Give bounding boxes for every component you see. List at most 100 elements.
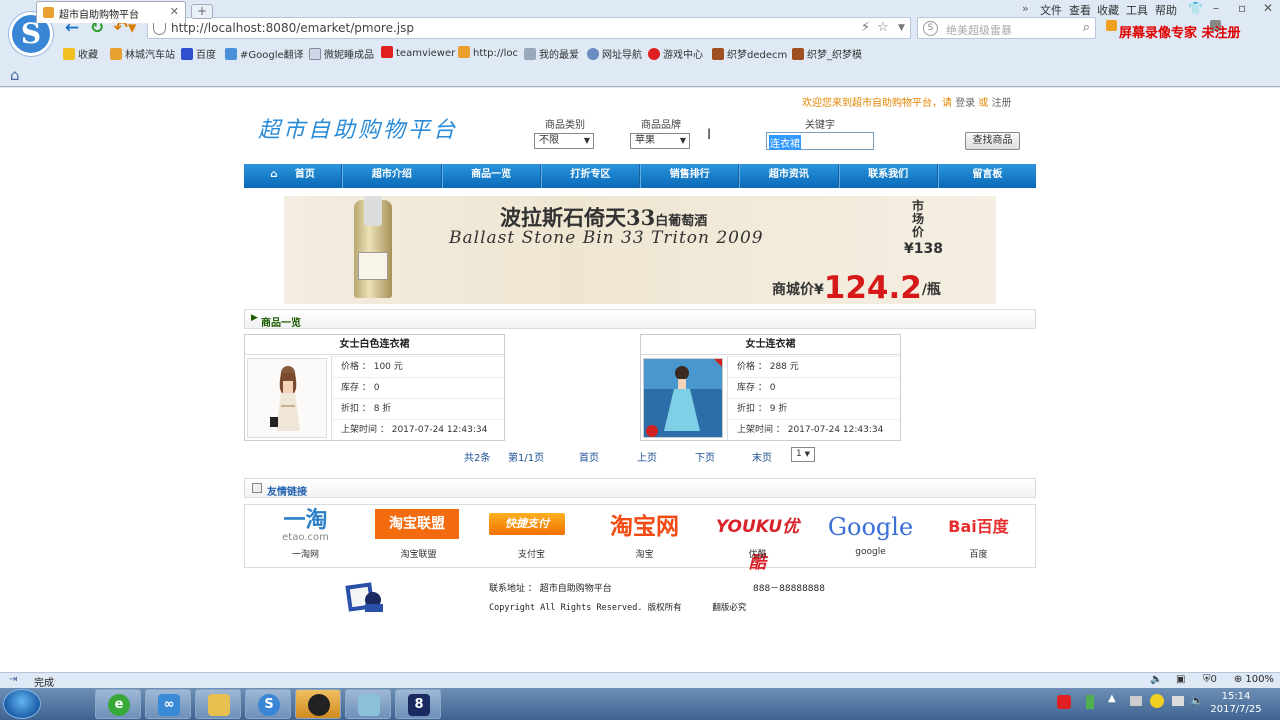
pagination-prev[interactable]: 上页 bbox=[637, 449, 657, 464]
bookmark-item[interactable]: 百度 bbox=[181, 46, 216, 61]
keyword-input[interactable]: 连衣裙 bbox=[766, 132, 874, 150]
network-icon[interactable] bbox=[1130, 696, 1142, 706]
site-logo[interactable]: 超市自助购物平台 bbox=[258, 112, 458, 144]
lightning-icon[interactable]: ⚡ bbox=[861, 20, 870, 35]
google-logo: Google bbox=[827, 513, 914, 541]
bookmark-item[interactable]: http://loc bbox=[458, 46, 518, 59]
product-image[interactable] bbox=[247, 358, 327, 438]
maximize-icon[interactable]: ▫ bbox=[1238, 1, 1246, 15]
nav-products[interactable]: 商品一览 bbox=[441, 164, 541, 188]
link-baidu[interactable]: Bai百度 百度 bbox=[922, 505, 1035, 567]
browser-search-box[interactable]: S 绝美超级雷暴 ⌕ bbox=[917, 17, 1096, 39]
bookmark-item[interactable]: #Google翻译 bbox=[225, 46, 304, 61]
category-select[interactable]: 不限 bbox=[534, 133, 594, 149]
product-name[interactable]: 女士连衣裙 bbox=[641, 335, 900, 355]
bookmark-item[interactable]: 游戏中心 bbox=[648, 46, 703, 61]
nav-home[interactable]: ⌂ 首页 bbox=[244, 164, 343, 188]
menu-view[interactable]: 查看 bbox=[1069, 2, 1091, 18]
dropdown-icon[interactable]: ▼ bbox=[898, 23, 905, 33]
tray-icon[interactable] bbox=[1172, 696, 1184, 706]
page-select[interactable]: 1 ▼ bbox=[791, 447, 815, 462]
shield-badge[interactable]: ⛨0 bbox=[1203, 674, 1217, 685]
bookmark-item[interactable]: 我的最爱 bbox=[524, 46, 579, 61]
tray-expand-icon[interactable]: ▲ bbox=[1108, 693, 1116, 704]
bag-icon[interactable]: ▣ bbox=[1176, 674, 1185, 685]
more-icon[interactable]: » bbox=[1022, 2, 1029, 15]
product-time: 上架时间 ： 2017-07-24 12:43:34 bbox=[727, 419, 900, 440]
bookmark-item[interactable]: 织梦dedecm bbox=[712, 46, 787, 61]
taskbar-qq[interactable] bbox=[295, 689, 341, 719]
product-card[interactable]: 女士白色连衣裙 价格 ： 100 元 库存 ： 0 折扣 ： 8 折 上架时间 … bbox=[244, 334, 505, 441]
product-stock: 库存 ： 0 bbox=[331, 377, 504, 398]
battery-icon[interactable] bbox=[1086, 695, 1094, 709]
bookmark-item[interactable]: 收藏 bbox=[63, 46, 98, 61]
clock[interactable]: 15:14 2017/7/25 bbox=[1207, 690, 1265, 716]
skin-icon[interactable]: 👕 bbox=[1188, 1, 1203, 15]
banner-subtitle: Ballast Stone Bin 33 Triton 2009 bbox=[449, 228, 764, 248]
address-url[interactable]: http://localhost:8080/emarket/pmore.jsp bbox=[171, 21, 414, 35]
link-alipay[interactable]: 快捷支付 支付宝 bbox=[475, 505, 588, 567]
link-taobao[interactable]: 淘宝网 淘宝 bbox=[588, 505, 701, 567]
find-products-button[interactable]: 查找商品 bbox=[965, 132, 1020, 150]
menu-file[interactable]: 文件 bbox=[1040, 2, 1062, 18]
register-link[interactable]: 注册 bbox=[992, 98, 1012, 109]
product-price: 价格 ： 100 元 bbox=[331, 356, 504, 377]
pagination-last[interactable]: 末页 bbox=[752, 449, 772, 464]
welcome-text: 欢迎您来到超市自助购物平台，请 bbox=[802, 98, 952, 109]
taskbar-recorder[interactable]: 8 bbox=[395, 689, 441, 719]
nav-news[interactable]: 超市资讯 bbox=[739, 164, 839, 188]
nav-about[interactable]: 超市介绍 bbox=[342, 164, 442, 188]
minimize-icon[interactable]: – bbox=[1213, 1, 1219, 15]
browser-tab[interactable]: 超市自助购物平台 ✕ bbox=[36, 1, 186, 23]
taskbar-ie[interactable]: e bbox=[95, 689, 141, 719]
pagination-first[interactable]: 首页 bbox=[579, 449, 599, 464]
taskbar-app[interactable] bbox=[345, 689, 391, 719]
link-taobao-union[interactable]: 淘宝联盟 淘宝联盟 bbox=[362, 505, 475, 567]
browser-search-input[interactable]: 绝美超级雷暴 bbox=[946, 22, 1012, 38]
menu-favorites[interactable]: 收藏 bbox=[1097, 2, 1119, 18]
link-etao[interactable]: 一淘 etao.com 一淘网 bbox=[249, 505, 362, 567]
link-google[interactable]: Google google bbox=[814, 505, 927, 567]
nav-contact[interactable]: 联系我们 bbox=[838, 164, 938, 188]
close-window-icon[interactable]: ✕ bbox=[1263, 1, 1273, 15]
new-tab-button[interactable]: + bbox=[191, 4, 213, 19]
taskbar-explorer[interactable] bbox=[195, 689, 241, 719]
product-name[interactable]: 女士白色连衣裙 bbox=[245, 335, 504, 355]
pagination-next[interactable]: 下页 bbox=[695, 449, 715, 464]
extension-icon[interactable] bbox=[1106, 20, 1117, 31]
start-button[interactable] bbox=[3, 689, 41, 719]
menu-help[interactable]: 帮助 bbox=[1155, 2, 1177, 18]
tab-bar bbox=[0, 65, 1280, 87]
bookmark-item[interactable]: teamviewer bbox=[381, 46, 455, 59]
login-link[interactable]: 登录 bbox=[955, 98, 975, 109]
star-icon[interactable]: ☆ bbox=[877, 20, 889, 35]
taskbar-app[interactable]: ∞ bbox=[145, 689, 191, 719]
tray-icon[interactable] bbox=[1057, 695, 1071, 709]
search-engine-icon[interactable]: S bbox=[923, 21, 938, 36]
nav-discount[interactable]: 打折专区 bbox=[540, 164, 640, 188]
bookmark-item[interactable]: 织梦_织梦模 bbox=[792, 46, 862, 61]
bookmark-item[interactable]: 微妮睡成品 bbox=[309, 46, 374, 61]
sidebar-toggle-icon[interactable]: ⇥ bbox=[9, 674, 17, 685]
bookmark-item[interactable]: 林城汽车站 bbox=[110, 46, 175, 61]
search-icon[interactable]: ⌕ bbox=[1083, 20, 1090, 35]
tab-close-icon[interactable]: ✕ bbox=[170, 5, 179, 18]
home-icon[interactable]: ⌂ bbox=[10, 66, 20, 84]
volume-icon[interactable]: 🔈 bbox=[1190, 694, 1204, 707]
product-image[interactable] bbox=[643, 358, 723, 438]
address-bar[interactable]: http://localhost:8080/emarket/pmore.jsp … bbox=[147, 17, 911, 39]
bookmark-item[interactable]: 网址导航 bbox=[587, 46, 642, 61]
zoom-level[interactable]: ⊕ 100% bbox=[1234, 674, 1274, 685]
product-card[interactable]: 女士连衣裙 价格 ： 288 元 库存 ： 0 折扣 ： 9 折 上架时间 ： … bbox=[640, 334, 901, 441]
nav-guestbook[interactable]: 留言板 bbox=[937, 164, 1036, 188]
taobao-logo: 淘宝网 bbox=[610, 514, 679, 540]
brand-label: 商品品牌 bbox=[641, 120, 681, 131]
speaker-icon[interactable]: 🔈 bbox=[1150, 674, 1162, 685]
menu-tools[interactable]: 工具 bbox=[1126, 2, 1148, 18]
link-youku[interactable]: YOUKU优酷 优酷 bbox=[701, 505, 814, 573]
tray-icon[interactable] bbox=[1150, 694, 1164, 708]
nav-ranking[interactable]: 销售排行 bbox=[640, 164, 740, 188]
brand-select[interactable]: 苹果 bbox=[630, 133, 690, 149]
promo-banner[interactable]: 波拉斯石倚天33白葡萄酒 Ballast Stone Bin 33 Triton… bbox=[284, 196, 996, 304]
taskbar-browser[interactable]: S bbox=[245, 689, 291, 719]
